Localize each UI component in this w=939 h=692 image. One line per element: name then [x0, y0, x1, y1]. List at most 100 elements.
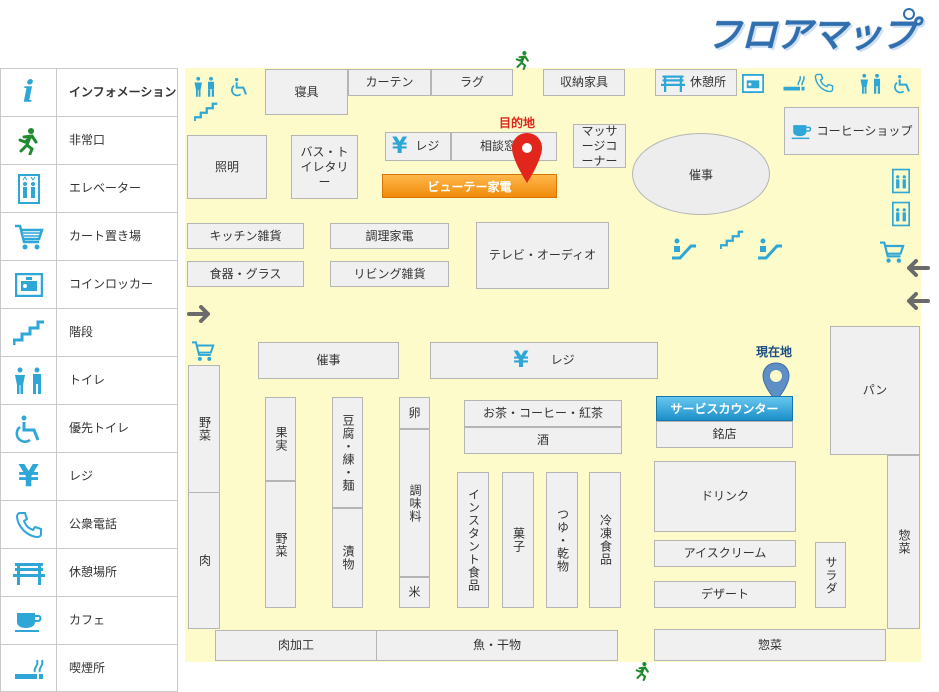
- store-pickles[interactable]: 漬物: [332, 508, 363, 608]
- store-instant[interactable]: インスタント食品: [457, 472, 489, 608]
- register-mid[interactable]: ¥ レジ: [430, 342, 658, 379]
- emergency-exit-icon: [1, 117, 57, 164]
- rest-area-label: 休憩所: [689, 75, 726, 89]
- store-tv-audio[interactable]: テレビ・オーディオ: [476, 222, 609, 289]
- legend-item-stairs: 階段: [1, 309, 177, 357]
- legend-label: 優先トイレ: [69, 421, 130, 435]
- store-vegetables[interactable]: 野菜: [265, 481, 296, 608]
- escalator-icon: [670, 236, 698, 262]
- bench-icon: [660, 74, 686, 96]
- store-cooking-appliances[interactable]: 調理家電: [330, 223, 449, 249]
- store-lighting[interactable]: 照明: [187, 135, 267, 199]
- stairs-icon: [192, 100, 220, 124]
- legend-item-bench: 休憩場所: [1, 549, 177, 597]
- elevator-icon: [889, 167, 913, 195]
- store-bath-toiletry[interactable]: バス・トイレタリー: [291, 135, 358, 199]
- store-tableware[interactable]: 食器・グラス: [187, 261, 304, 287]
- store-kitchen[interactable]: キッチン雑貨: [187, 223, 304, 249]
- store-tsuyu[interactable]: つゆ・乾物: [546, 472, 578, 608]
- legend-label: エレベーター: [69, 181, 142, 195]
- legend-label: 休憩場所: [69, 565, 118, 579]
- coin-locker-icon: [740, 72, 766, 94]
- legend-item-priority-toilet: 優先トイレ: [1, 405, 177, 453]
- toilet-icon: [856, 71, 886, 97]
- coffee-icon: [1, 597, 57, 644]
- cart-icon: [1, 213, 57, 260]
- smoking-icon: [780, 72, 808, 94]
- escalator-icon: [756, 236, 784, 262]
- register-top-label: レジ: [415, 139, 440, 153]
- legend-item-cafe: カフェ: [1, 597, 177, 645]
- register-mid-label: レジ: [550, 353, 575, 367]
- legend-item-emergency-exit: 非常口: [1, 117, 177, 165]
- store-sake[interactable]: 酒: [464, 427, 622, 454]
- store-frozen[interactable]: 冷凍食品: [589, 472, 621, 608]
- store-rug[interactable]: ラグ: [431, 69, 513, 96]
- event-space-mid[interactable]: 催事: [258, 342, 399, 379]
- event-space-top[interactable]: 催事: [632, 133, 770, 215]
- store-vegetables-left[interactable]: 野菜: [188, 365, 220, 493]
- store-drink[interactable]: ドリンク: [654, 461, 796, 532]
- store-tofu[interactable]: 豆腐・練・麺: [332, 397, 363, 508]
- store-tea-coffee[interactable]: お茶・コーヒー・紅茶: [464, 400, 622, 427]
- legend-label: カフェ: [69, 613, 106, 627]
- store-meat[interactable]: 肉: [188, 492, 220, 629]
- coffee-icon: [791, 122, 813, 140]
- smoking-icon: [1, 645, 57, 692]
- emergency-exit-icon: [632, 660, 654, 682]
- toilet-icon: [190, 73, 220, 101]
- stairs-icon: [1, 309, 57, 356]
- title-ornament: [903, 8, 915, 20]
- page-title: フロアマップ: [706, 15, 917, 56]
- legend-label: コインロッカー: [69, 277, 154, 291]
- store-bedding[interactable]: 寝具: [265, 69, 348, 115]
- legend-item-cart: カート置き場: [1, 213, 177, 261]
- store-fish[interactable]: 魚・干物: [376, 630, 618, 661]
- legend-label: 階段: [69, 325, 94, 339]
- legend-item-toilet: トイレ: [1, 357, 177, 405]
- store-sozai-right[interactable]: 惣菜: [887, 455, 920, 629]
- entrance-arrow-icon: [184, 302, 214, 326]
- phone-icon: [1, 501, 57, 548]
- legend-item-smoking: 喫煙所: [1, 645, 177, 692]
- stairs-icon: [718, 228, 746, 252]
- store-salad[interactable]: サラダ: [815, 542, 846, 608]
- store-living[interactable]: リビング雑貨: [330, 261, 449, 287]
- legend-label: 公衆電話: [69, 517, 118, 531]
- toilet-icon: [1, 357, 57, 404]
- store-bread[interactable]: パン: [830, 326, 920, 455]
- legend-item-information: i インフォメーション: [1, 69, 177, 117]
- yen-icon: ¥: [392, 133, 408, 159]
- legend-label: 喫煙所: [69, 661, 106, 675]
- phone-icon: [812, 72, 836, 94]
- store-storage[interactable]: 収納家具: [543, 69, 625, 96]
- store-dessert[interactable]: デザート: [654, 581, 796, 608]
- legend-item-phone: 公衆電話: [1, 501, 177, 549]
- legend-label: インフォメーション: [69, 85, 177, 99]
- destination-label: 目的地: [499, 116, 536, 130]
- legend-label: トイレ: [69, 373, 106, 387]
- store-sweets[interactable]: 菓子: [502, 472, 534, 608]
- store-seasoning[interactable]: 調味料: [399, 429, 430, 577]
- legend-item-coin-locker: コインロッカー: [1, 261, 177, 309]
- service-counter[interactable]: サービスカウンター: [656, 396, 793, 421]
- destination-pin-icon: [509, 130, 545, 186]
- store-local-specialty[interactable]: 銘店: [656, 421, 793, 448]
- emergency-exit-icon: [512, 49, 534, 71]
- store-icecream[interactable]: アイスクリーム: [654, 540, 796, 567]
- store-massage[interactable]: マッサージコーナー: [573, 124, 626, 168]
- priority-toilet-icon: [1, 405, 57, 452]
- store-sozai-bottom[interactable]: 惣菜: [654, 629, 886, 661]
- register-top[interactable]: ¥ レジ: [385, 132, 451, 161]
- legend-label: カート置き場: [69, 229, 142, 243]
- store-rice[interactable]: 米: [399, 577, 430, 608]
- bench-icon: [1, 549, 57, 596]
- coffee-shop[interactable]: コーヒーショップ: [784, 107, 919, 155]
- store-fruit[interactable]: 果実: [265, 397, 296, 481]
- legend-item-register: ¥ レジ: [1, 453, 177, 501]
- store-processed-meat[interactable]: 肉加工: [215, 630, 377, 661]
- entrance-arrow-icon: [903, 257, 933, 279]
- store-curtain[interactable]: カーテン: [348, 69, 431, 96]
- store-egg[interactable]: 卵: [399, 397, 430, 429]
- rest-area[interactable]: 休憩所: [655, 69, 737, 96]
